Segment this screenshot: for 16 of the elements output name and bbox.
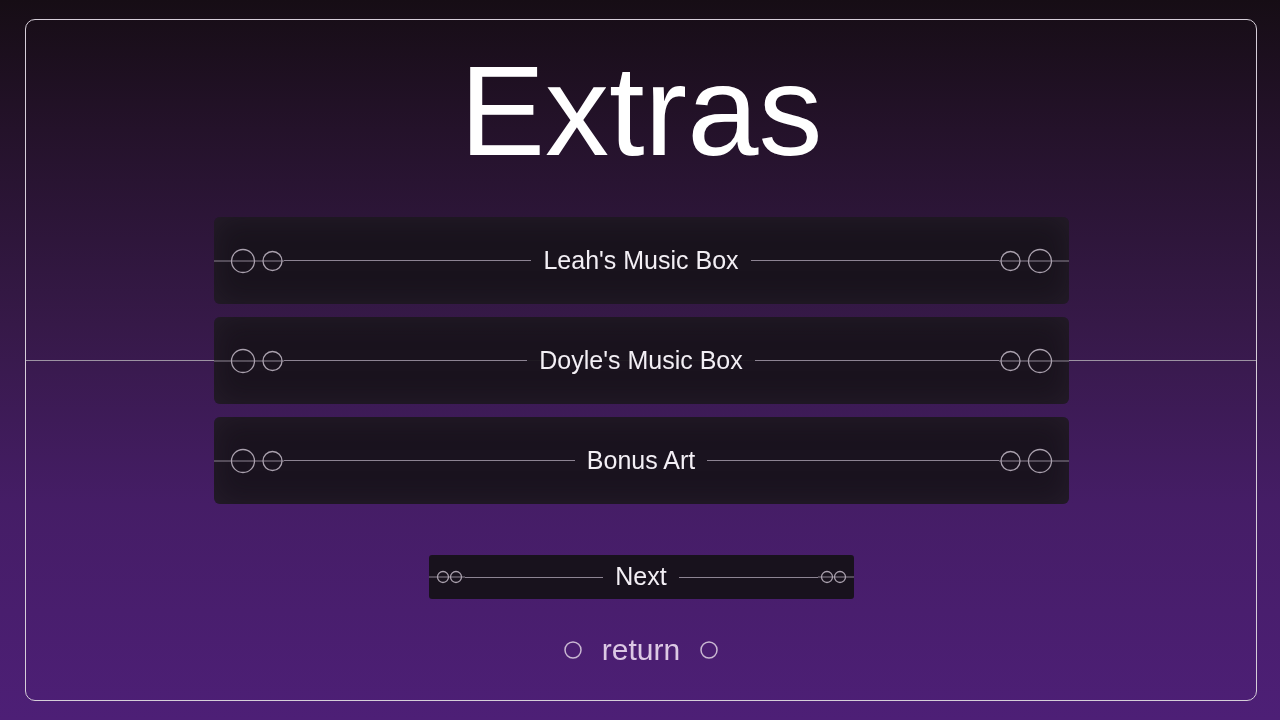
- double-circle-icon: [213, 447, 284, 474]
- double-circle-icon: [817, 570, 854, 584]
- circle-icon: [700, 640, 719, 659]
- menu-button[interactable]: Bonus Art: [213, 417, 1069, 504]
- screen-title: Extras: [459, 47, 823, 175]
- menu-button[interactable]: Leah's Music Box: [213, 217, 1069, 304]
- double-circle-icon: [998, 447, 1069, 474]
- menu-button[interactable]: Doyle's Music Box: [213, 317, 1069, 404]
- return-link[interactable]: return: [601, 633, 681, 666]
- double-circle-icon: [998, 347, 1069, 374]
- double-circle-icon: [213, 347, 284, 374]
- double-circle-icon: [998, 247, 1069, 274]
- next-button[interactable]: Next: [428, 555, 854, 599]
- double-circle-icon: [428, 570, 465, 584]
- double-circle-icon: [213, 247, 284, 274]
- circle-icon: [563, 640, 582, 659]
